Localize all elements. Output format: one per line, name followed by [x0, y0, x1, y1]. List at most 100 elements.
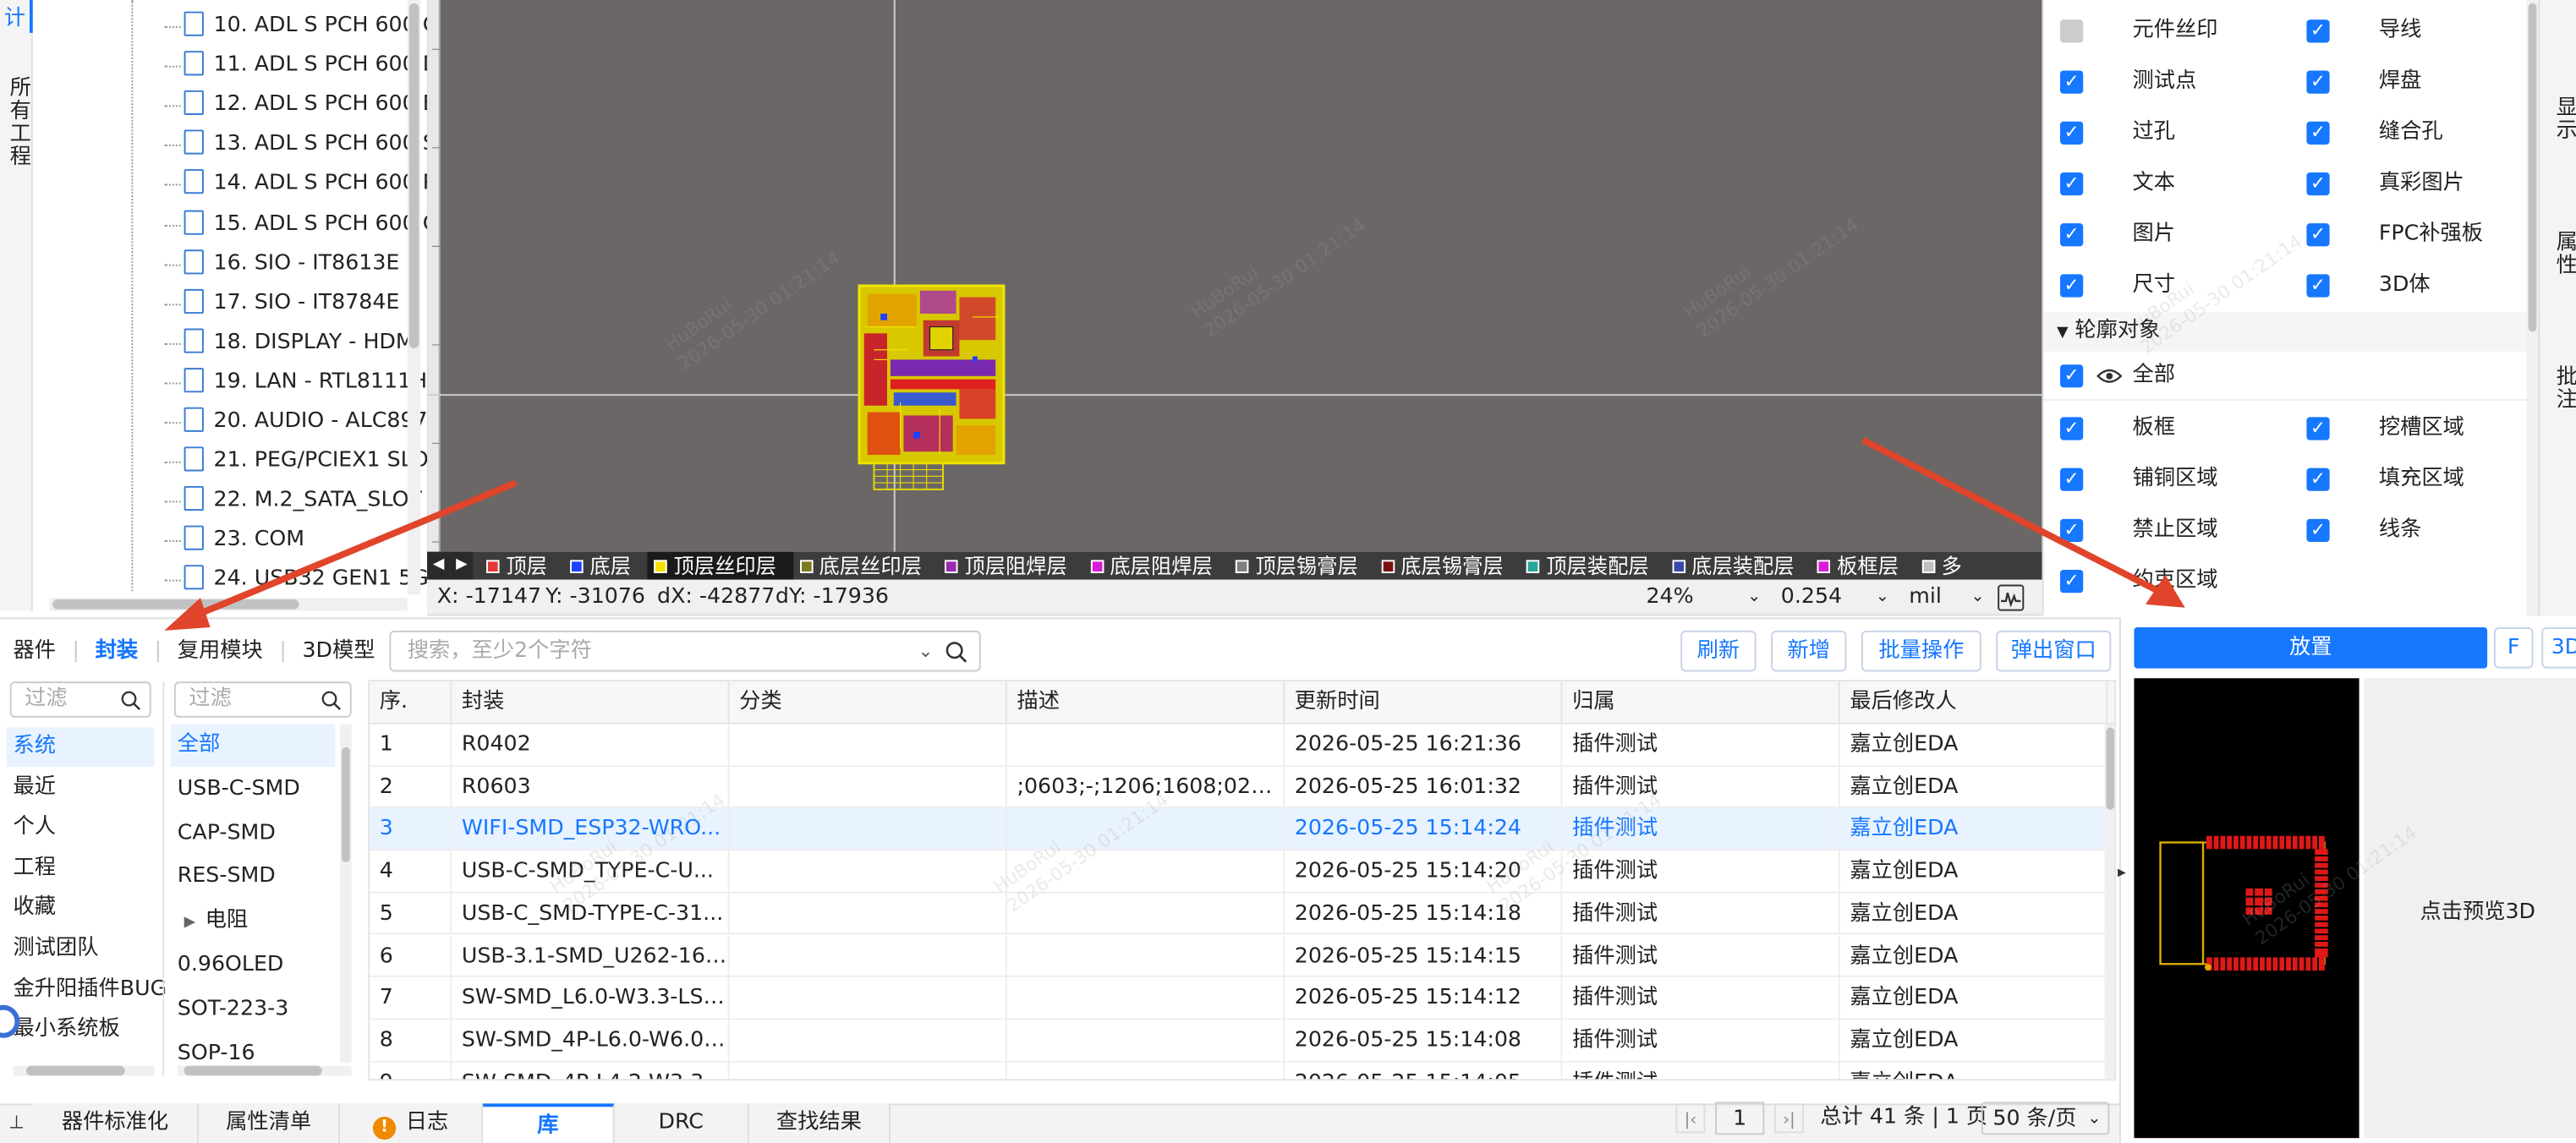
outline-item[interactable]: ✓ 挖槽区域: [2306, 402, 2464, 453]
bottom-tab[interactable]: 器件标准化: [32, 1103, 200, 1143]
visibility-checkbox[interactable]: ✓: [2060, 120, 2084, 144]
source-item[interactable]: 个人: [14, 808, 57, 848]
source-item[interactable]: 收藏: [14, 889, 57, 929]
tab-components[interactable]: 器件: [14, 632, 57, 672]
preview-3d-area[interactable]: 点击预览3D: [2364, 678, 2576, 1139]
zoom-select[interactable]: 24% ⌄: [1646, 580, 1761, 616]
table-row[interactable]: 7 SW-SMD_L6.0-W3.3-LS8.0 2026-05-25 15:14:…: [370, 977, 2108, 1020]
visibility-item[interactable]: ✓ 尺寸: [2060, 260, 2175, 310]
layer-tab[interactable]: 顶层阻焊层: [938, 552, 1083, 580]
place-button[interactable]: 放置: [2134, 627, 2488, 669]
column-header[interactable]: 分类: [730, 681, 1007, 723]
tree-item[interactable]: 13. ADL S PCH 600 SPI/: [161, 125, 444, 165]
source-filter-input[interactable]: 过滤: [9, 681, 151, 718]
layer-tab[interactable]: 底层装配层: [1665, 552, 1811, 580]
outline-item[interactable]: ✓ 填充区域: [2306, 453, 2464, 504]
visibility-item[interactable]: ✓ 真彩图片: [2306, 157, 2464, 208]
tree-item[interactable]: 15. ADL S PCH 600 GNI: [161, 205, 444, 244]
table-vscroll[interactable]: [2104, 724, 2115, 1080]
outline-all-row[interactable]: ✓ 全部: [2060, 350, 2175, 401]
visibility-checkbox[interactable]: ✓: [2306, 69, 2330, 93]
tree-item[interactable]: 11. ADL S PCH 600 DM: [161, 46, 444, 86]
column-header[interactable]: 最后修改人: [1840, 681, 2108, 723]
source-item[interactable]: 最小系统板: [14, 1010, 120, 1050]
outline-item[interactable]: ✓ 线条: [2306, 504, 2421, 555]
sort-icon[interactable]: [1812, 695, 1826, 711]
layer-tab[interactable]: 底层阻焊层: [1083, 552, 1229, 580]
per-page-select[interactable]: 50 条/页 ⌄: [1981, 1102, 2110, 1135]
eye-icon[interactable]: [2096, 226, 2123, 242]
eye-icon[interactable]: [2343, 124, 2369, 140]
tree-item[interactable]: 16. SIO - IT8613E: [161, 244, 443, 284]
column-header[interactable]: 封装: [452, 681, 730, 723]
footprint-category-item[interactable]: ▶ 电阻: [178, 900, 249, 943]
tab-footprints[interactable]: 封装: [96, 632, 139, 672]
source-item[interactable]: 最近: [14, 768, 57, 807]
search-icon[interactable]: [120, 690, 141, 711]
footprint-2d-preview[interactable]: [2134, 678, 2360, 1139]
last-page-button[interactable]: ›|: [1774, 1103, 1804, 1134]
visibility-item[interactable]: ✓ 3D体: [2306, 260, 2431, 310]
properties-tab[interactable]: 属性: [2548, 230, 2576, 276]
tree-item[interactable]: 17. SIO - IT8784E: [161, 283, 443, 323]
table-row[interactable]: 9SW-SMD_4P-L4.2-W3.3... 2026-05-25 15:14:…: [370, 1062, 2108, 1080]
eye-icon[interactable]: [2343, 276, 2369, 293]
column-header[interactable]: 更新时间: [1285, 681, 1563, 723]
source-item[interactable]: 测试团队: [14, 929, 99, 969]
table-row[interactable]: 6 USB-3.1-SMD_U262-161... 2026-05-25 15:14…: [370, 935, 2108, 978]
3d-button[interactable]: 3D: [2541, 627, 2576, 669]
table-row[interactable]: 3 WIFI-SMD_ESP32-WRO... 2026-05-25 15:14:2…: [370, 808, 2108, 851]
collapse-arrow-icon[interactable]: ▸: [2118, 864, 2126, 882]
eye-icon[interactable]: [2096, 367, 2123, 383]
bottom-tab[interactable]: 查找结果: [748, 1103, 891, 1143]
eye-icon[interactable]: [2096, 73, 2123, 89]
sort-icon[interactable]: [1534, 695, 1548, 711]
eye-icon[interactable]: [2343, 471, 2369, 487]
sort-icon[interactable]: [424, 695, 437, 711]
layer-tab[interactable]: 底层锡膏层: [1374, 552, 1520, 580]
footprint-category-item[interactable]: SOT-223-3: [178, 988, 289, 1031]
batch-operation-button[interactable]: 批量操作: [1861, 630, 1981, 672]
refresh-button[interactable]: 刷新: [1680, 630, 1757, 672]
visibility-item[interactable]: ✓ 测试点: [2060, 56, 2196, 107]
sources-hscroll[interactable]: [13, 1065, 155, 1076]
layer-tab[interactable]: 底层丝印层: [792, 552, 938, 580]
caret-right-icon[interactable]: ▶: [184, 915, 195, 931]
visibility-checkbox[interactable]: ✓: [2306, 171, 2330, 195]
display-tab[interactable]: 显示: [2548, 96, 2576, 141]
visibility-item[interactable]: ✓ 过孔: [2060, 107, 2175, 157]
column-header[interactable]: 归属: [1562, 681, 1840, 723]
visibility-checkbox[interactable]: ✓: [2306, 273, 2330, 297]
eye-icon[interactable]: [2096, 124, 2123, 140]
tree-item[interactable]: 10. ADL S PCH 600 CLC: [161, 7, 444, 46]
tree-item[interactable]: 18. DISPLAY - HDMI 2.0: [161, 323, 444, 363]
layer-tab[interactable]: 顶层丝印层: [647, 551, 793, 580]
eye-icon[interactable]: [2096, 22, 2123, 38]
visibility-checkbox[interactable]: ✓: [2306, 19, 2330, 42]
tree-item[interactable]: 19. LAN - RTL8111H: [161, 363, 443, 402]
source-item[interactable]: 系统: [6, 727, 155, 768]
page-input[interactable]: 1: [1715, 1102, 1765, 1135]
visibility-item[interactable]: ✓ 缝合孔: [2306, 107, 2443, 157]
pcb-canvas[interactable]: [427, 0, 2042, 552]
visibility-item[interactable]: ✓ 文本: [2060, 157, 2175, 208]
eye-icon[interactable]: [2343, 226, 2369, 242]
design-tab[interactable]: 计: [0, 0, 33, 33]
table-row[interactable]: 2R0603 ;0603;-;1206;1608;0201;S...2026-05…: [370, 766, 2108, 809]
visibility-checkbox[interactable]: [2060, 19, 2084, 42]
eye-icon[interactable]: [2343, 419, 2369, 435]
visibility-checkbox[interactable]: ✓: [2306, 222, 2330, 246]
bottom-tab[interactable]: ! 日志: [340, 1103, 484, 1143]
preview-3d-text[interactable]: 点击预览3D: [2420, 894, 2535, 924]
source-item[interactable]: 工程: [14, 849, 57, 889]
source-item[interactable]: 金升阳插件BUG: [14, 970, 167, 1009]
visibility-item[interactable]: ✓ FPC补强板: [2306, 209, 2483, 260]
sort-icon[interactable]: [701, 695, 715, 711]
outline-all-checkbox[interactable]: ✓: [2060, 364, 2084, 387]
f-button[interactable]: F: [2493, 627, 2534, 669]
footprints-vscroll[interactable]: [340, 724, 352, 1063]
table-row[interactable]: 4 USB-C-SMD_TYPE-C-U... 2026-05-25 15:14:2…: [370, 850, 2108, 894]
eye-icon[interactable]: [2343, 73, 2369, 89]
all-projects-tab[interactable]: 所有工程: [2, 75, 33, 167]
visibility-item[interactable]: ✓ 图片: [2060, 209, 2175, 260]
